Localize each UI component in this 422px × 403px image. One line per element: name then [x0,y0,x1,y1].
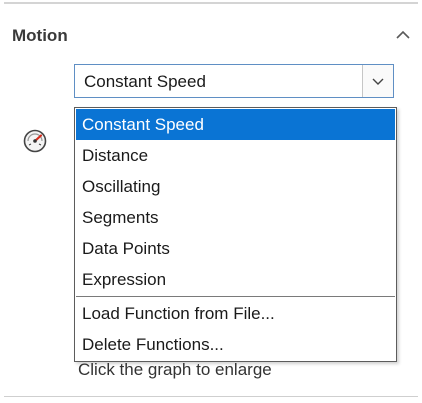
panel-bottom-divider [4,396,418,397]
option-expression[interactable]: Expression [76,264,395,295]
option-constant-speed[interactable]: Constant Speed [76,109,395,140]
panel-title: Motion [12,26,68,45]
option-distance[interactable]: Distance [76,140,395,171]
motion-type-combobox[interactable]: Constant Speed [74,64,394,98]
speedometer-icon [22,128,48,154]
option-segments[interactable]: Segments [76,202,395,233]
graph-hint-text: Click the graph to enlarge [78,360,272,379]
dropdown-separator [76,296,395,297]
option-data-points[interactable]: Data Points [76,233,395,264]
delete-functions-option[interactable]: Delete Functions... [76,329,395,360]
option-oscillating[interactable]: Oscillating [76,171,395,202]
panel-top-divider [4,2,418,4]
load-function-from-file-option[interactable]: Load Function from File... [76,298,395,329]
chevron-up-icon[interactable] [392,26,414,44]
combobox-value: Constant Speed [84,72,206,91]
motion-type-dropdown-list: Constant Speed Distance Oscillating Segm… [74,107,397,362]
chevron-down-icon[interactable] [362,65,393,97]
